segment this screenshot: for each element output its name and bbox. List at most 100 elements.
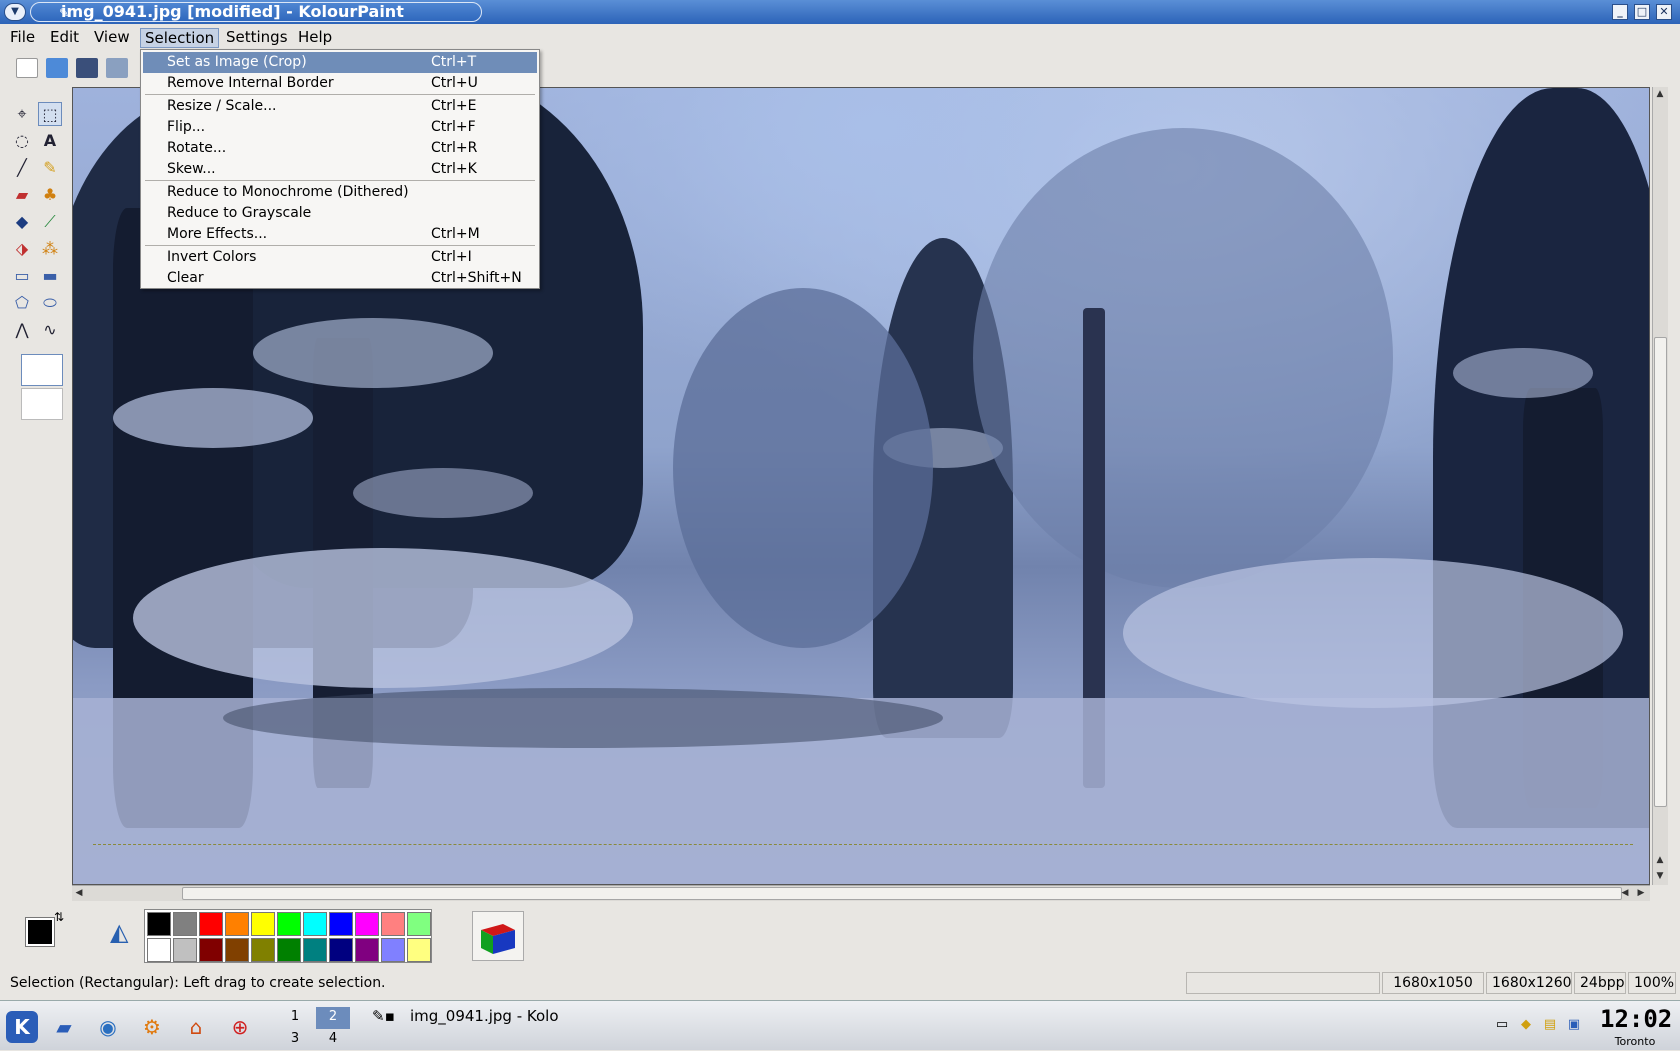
rectangle-tool-icon[interactable]: ▬	[38, 264, 62, 288]
line-tool-icon[interactable]: ╱	[10, 156, 34, 180]
menu-item-set-as-image-crop[interactable]: Set as Image (Crop) Ctrl+T	[143, 52, 537, 73]
ellipse-selection-icon[interactable]: ◌	[10, 129, 34, 153]
color-swatch[interactable]	[303, 938, 327, 962]
menu-item-reduce-to-grayscale[interactable]: Reduce to Grayscale	[143, 203, 537, 224]
desktop-2[interactable]: 2	[316, 1007, 350, 1029]
color-swatch[interactable]	[355, 938, 379, 962]
menu-item-more-effects[interactable]: More Effects... Ctrl+M	[143, 224, 537, 245]
new-file-icon[interactable]	[16, 58, 38, 78]
polygon-tool-icon[interactable]: ⬠	[10, 291, 34, 315]
scroll-left-icon-2[interactable]: ◀	[1618, 886, 1632, 900]
desktop-3[interactable]: 3	[278, 1029, 312, 1051]
menu-view[interactable]: View	[90, 28, 134, 48]
horizontal-scroll-thumb[interactable]	[182, 887, 1622, 900]
pen-tool-icon[interactable]: ✎	[38, 156, 62, 180]
taskbar-task-button[interactable]: ✎▪ img_0941.jpg - Kolo	[368, 1005, 578, 1027]
polyline-tool-icon[interactable]: ⋀	[10, 318, 34, 342]
menu-item-resize-scale[interactable]: Resize / Scale... Ctrl+E	[143, 96, 537, 117]
menu-file[interactable]: File	[6, 28, 39, 48]
color-swatch[interactable]	[199, 938, 223, 962]
vertical-scroll-thumb[interactable]	[1654, 337, 1667, 807]
browser-icon[interactable]: ◉	[92, 1011, 124, 1043]
color-similarity-icon[interactable]: ◭	[110, 918, 128, 946]
horizontal-scrollbar[interactable]: ◀ ◀ ▶	[72, 885, 1650, 901]
ellipse-tool-icon[interactable]: ⬭	[38, 291, 62, 315]
scroll-left-icon[interactable]: ◀	[72, 886, 86, 900]
eraser-tool-icon[interactable]: ▰	[10, 183, 34, 207]
menu-item-invert-colors[interactable]: Invert Colors Ctrl+I	[143, 247, 537, 268]
open-folder-icon[interactable]	[46, 58, 68, 78]
color-swatch[interactable]	[225, 912, 249, 936]
color-swatch[interactable]	[277, 938, 301, 962]
color-swatch[interactable]	[303, 912, 327, 936]
tray-notes-icon[interactable]: ◆	[1516, 1017, 1536, 1035]
rect-selection-icon[interactable]: ⬚	[38, 102, 62, 126]
curve-tool-icon[interactable]: ∿	[38, 318, 62, 342]
menu-item-skew[interactable]: Skew... Ctrl+K	[143, 159, 537, 180]
brush-tool-icon[interactable]: ♣	[38, 183, 62, 207]
swap-colors-icon[interactable]: ⇅	[54, 910, 64, 924]
kde-menu-icon[interactable]: K	[6, 1011, 38, 1043]
spraycan-icon[interactable]: ⁂	[38, 237, 62, 261]
color-swatch[interactable]	[277, 912, 301, 936]
color-cube-icon[interactable]	[472, 911, 524, 961]
color-swatch[interactable]	[173, 938, 197, 962]
color-swatch[interactable]	[147, 938, 171, 962]
print-icon[interactable]	[106, 58, 128, 78]
free-selection-icon[interactable]: ⌖	[10, 102, 34, 126]
home-icon[interactable]: ⌂	[180, 1011, 212, 1043]
scroll-up-icon[interactable]: ▲	[1653, 87, 1667, 101]
maximize-button[interactable]: □	[1634, 4, 1650, 20]
transparent-selection-option[interactable]	[21, 388, 63, 420]
fill-tool-icon[interactable]: ◆	[10, 210, 34, 234]
foreground-color[interactable]	[25, 917, 55, 947]
desktop-4[interactable]: 4	[316, 1029, 350, 1051]
color-swatch[interactable]	[381, 938, 405, 962]
clock[interactable]: 12:02	[1600, 1005, 1672, 1033]
desktop-icon[interactable]: ▰	[48, 1011, 80, 1043]
help-lifebuoy-icon[interactable]: ⊕	[224, 1011, 256, 1043]
text-tool-icon[interactable]: A	[38, 129, 62, 153]
desktop-1[interactable]: 1	[278, 1007, 312, 1029]
menu-item-flip[interactable]: Flip... Ctrl+F	[143, 117, 537, 138]
color-swatch[interactable]	[173, 912, 197, 936]
menu-selection[interactable]: Selection	[140, 28, 220, 48]
status-message: Selection (Rectangular): Left drag to cr…	[10, 975, 386, 991]
menu-help[interactable]: Help	[294, 28, 336, 48]
menu-item-reduce-to-monochrome-dithered[interactable]: Reduce to Monochrome (Dithered)	[143, 182, 537, 203]
foreground-background-colors[interactable]: ⇅	[18, 910, 68, 960]
color-swatch[interactable]	[329, 912, 353, 936]
menu-settings[interactable]: Settings	[222, 28, 292, 48]
tray-klipper-icon[interactable]: ▤	[1540, 1017, 1560, 1035]
scroll-right-icon[interactable]: ▶	[1634, 886, 1648, 900]
color-swatch[interactable]	[407, 938, 431, 962]
save-icon[interactable]	[76, 58, 98, 78]
color-swatch[interactable]	[407, 912, 431, 936]
window-menu-button[interactable]: ▼	[4, 3, 26, 21]
color-swatch[interactable]	[199, 912, 223, 936]
konqueror-icon[interactable]: ⚙	[136, 1011, 168, 1043]
menu-item-remove-internal-border[interactable]: Remove Internal Border Ctrl+U	[143, 73, 537, 94]
menu-item-rotate[interactable]: Rotate... Ctrl+R	[143, 138, 537, 159]
color-swatch[interactable]	[251, 938, 275, 962]
scroll-down-icon[interactable]: ▼	[1653, 869, 1667, 883]
color-swatch[interactable]	[251, 912, 275, 936]
color-swatch[interactable]	[147, 912, 171, 936]
color-swatch[interactable]	[381, 912, 405, 936]
color-swatch[interactable]	[355, 912, 379, 936]
vertical-scrollbar[interactable]: ▲ ▲ ▼	[1652, 87, 1668, 885]
tray-monitor-icon[interactable]: ▭	[1492, 1017, 1512, 1035]
opaque-selection-option[interactable]	[21, 354, 63, 386]
color-eraser-icon[interactable]: ⬗	[10, 237, 34, 261]
menu-edit[interactable]: Edit	[46, 28, 83, 48]
scroll-up-icon-2[interactable]: ▲	[1653, 853, 1667, 867]
minimize-button[interactable]: _	[1612, 4, 1628, 20]
rounded-rect-icon[interactable]: ▭	[10, 264, 34, 288]
color-swatch[interactable]	[225, 938, 249, 962]
color-swatch[interactable]	[329, 938, 353, 962]
color-picker-icon[interactable]: ⟋	[38, 210, 62, 234]
menu-item-clear[interactable]: Clear Ctrl+Shift+N	[143, 268, 537, 289]
tray-network-icon[interactable]: ▣	[1564, 1017, 1584, 1035]
close-button[interactable]: ✕	[1656, 4, 1672, 20]
menu-separator	[145, 94, 535, 95]
